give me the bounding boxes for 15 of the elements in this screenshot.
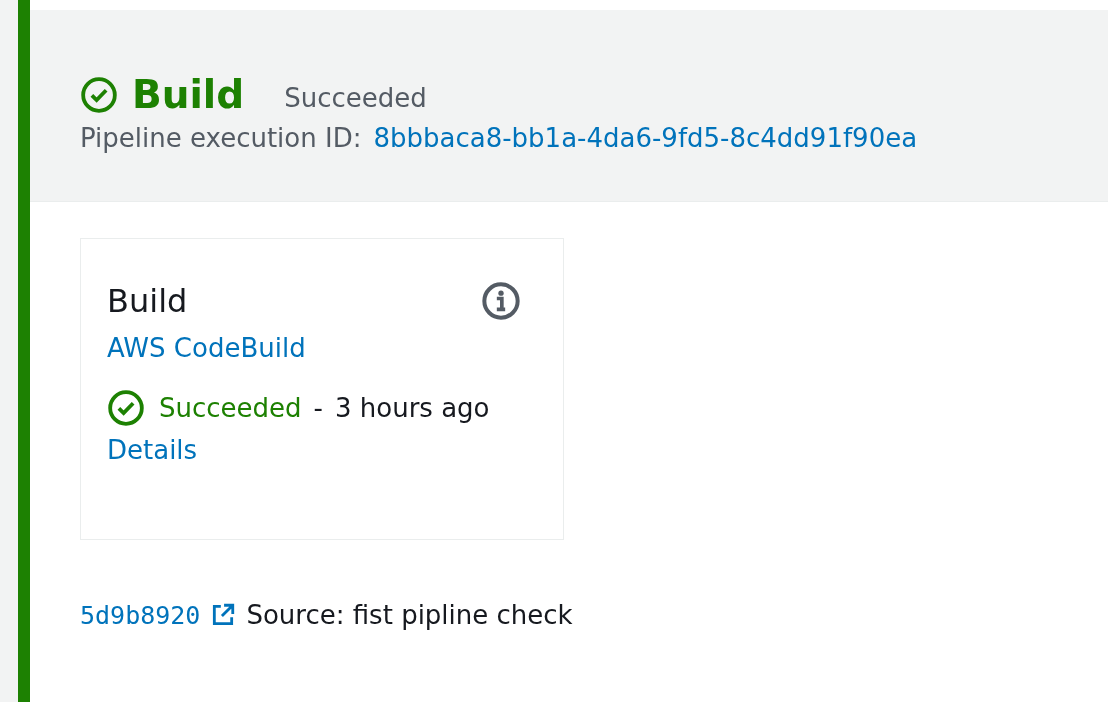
execution-id-label: Pipeline execution ID: <box>80 123 362 153</box>
commit-link[interactable]: 5d9b8920 <box>80 600 201 630</box>
action-title: Build <box>107 282 188 320</box>
details-link[interactable]: Details <box>107 435 198 465</box>
external-link-icon[interactable] <box>210 602 237 628</box>
provider-link[interactable]: AWS CodeBuild <box>107 333 306 363</box>
execution-id-link[interactable]: 8bbbaca8-bb1a-4da6-9fd5-8c4dd91f90ea <box>373 123 918 153</box>
separator: - <box>313 393 323 423</box>
stage-status: Succeeded <box>284 82 427 113</box>
stage-title: Build <box>132 72 245 117</box>
info-icon[interactable] <box>481 281 521 321</box>
action-time: 3 hours ago <box>334 393 490 423</box>
action-status: Succeeded <box>159 393 302 423</box>
check-circle-icon <box>80 75 118 114</box>
commit-message: Source: fist pipline check <box>246 600 573 630</box>
